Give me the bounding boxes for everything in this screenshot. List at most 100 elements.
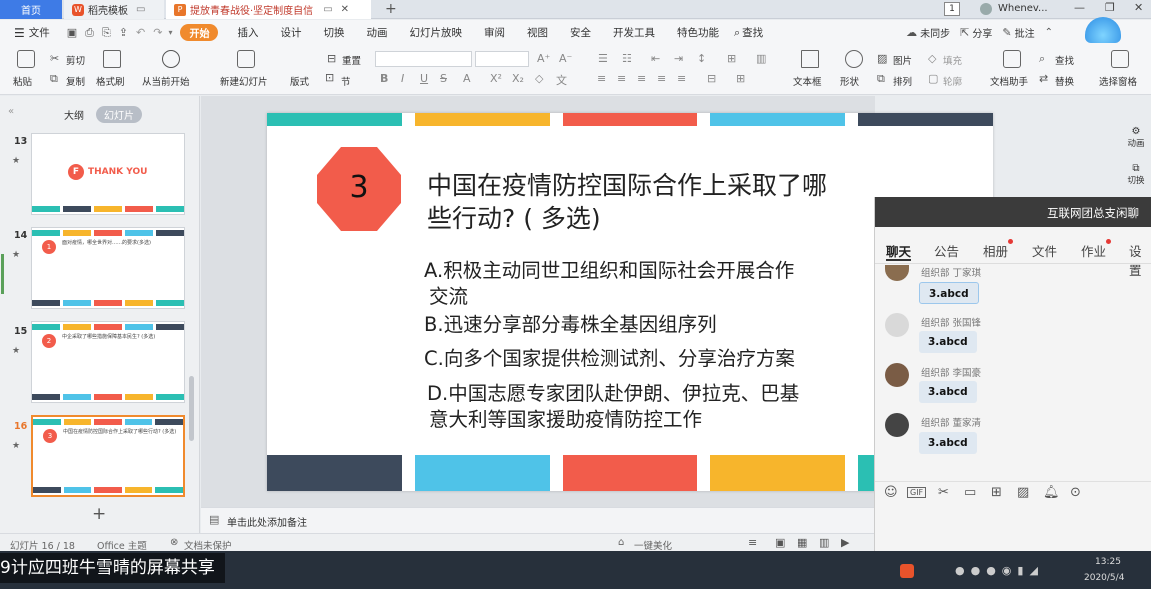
sync-status[interactable]: 未同步 xyxy=(920,25,950,40)
export-icon[interactable]: ⇪ xyxy=(119,26,128,39)
emoji-icon[interactable]: ☺ xyxy=(884,485,898,500)
more-icon[interactable]: ⊙ xyxy=(1070,485,1081,500)
phonetic-icon[interactable]: 文 xyxy=(556,72,567,88)
menu-view[interactable]: 视图 xyxy=(516,25,559,40)
align-center-icon[interactable]: ≡ xyxy=(617,72,626,85)
menu-security[interactable]: 安全 xyxy=(559,25,602,40)
print-preview-icon[interactable]: ⎙ xyxy=(85,26,94,40)
fill-button[interactable]: 填充 xyxy=(943,53,962,67)
numbering-icon[interactable]: ☷ xyxy=(622,52,632,65)
doc-helper-icon[interactable] xyxy=(1003,50,1021,68)
slide-thumbnail-15[interactable]: 2 中企采取了哪些措施保障基本民生? (多选) xyxy=(31,321,185,403)
arrange-icon[interactable]: ⧉ xyxy=(877,72,885,86)
font-color-icon[interactable]: A xyxy=(463,72,471,85)
bell-icon[interactable]: 🔔︎ xyxy=(1043,485,1060,500)
tab-document[interactable]: P 提放青春战役·坚定制度自信 ▭ ✕ xyxy=(166,0,371,19)
replace-button[interactable]: 替换 xyxy=(1055,74,1074,88)
close-window-button[interactable]: ✕ xyxy=(1134,1,1143,14)
paste-icon[interactable] xyxy=(17,50,35,68)
align-left-icon[interactable]: ≡ xyxy=(597,72,606,85)
textbox-icon[interactable] xyxy=(801,50,819,68)
normal-view-icon[interactable]: ▣ xyxy=(775,536,785,549)
save-icon[interactable]: ▣ xyxy=(67,26,77,39)
bullets-icon[interactable]: ☰ xyxy=(598,52,608,65)
slides-tab[interactable]: 幻灯片 xyxy=(96,106,142,123)
comment-button[interactable]: 批注 xyxy=(1015,25,1035,40)
menu-insert[interactable]: 插入 xyxy=(226,25,269,40)
folder-icon[interactable]: ▭ xyxy=(964,485,976,500)
clear-format-icon[interactable]: ◇ xyxy=(535,72,543,85)
slide-thumbnail-16[interactable]: 3 中国在疫情防控国际合作上采取了哪些行动? (多选) xyxy=(31,415,185,497)
cut-button[interactable]: 剪切 xyxy=(66,53,85,67)
side-transition-icon[interactable]: ⧉ 切换 xyxy=(1124,163,1148,186)
slide-thumbnail-14[interactable]: 1 面对疫情，哪全世界对……的要求(多选) xyxy=(31,227,185,309)
font-grow-icon[interactable]: A⁺ xyxy=(537,52,550,65)
beautify-button[interactable]: 一键美化 xyxy=(634,538,672,552)
outline-tab[interactable]: 大纲 xyxy=(64,107,84,122)
align-text-icon[interactable]: ⊟ xyxy=(707,72,716,85)
superscript-icon[interactable]: X² xyxy=(490,72,502,85)
tab-templates[interactable]: W 稻壳模板 ▭ xyxy=(64,0,164,19)
strikethrough-icon[interactable]: S xyxy=(440,72,447,85)
menu-find[interactable]: 查找 xyxy=(740,25,774,40)
collapse-ribbon-icon[interactable]: ⌃ xyxy=(1045,27,1053,38)
new-slide-button[interactable]: 新建幻灯片 xyxy=(220,74,268,88)
undo-icon[interactable]: ↶ xyxy=(136,26,145,39)
menu-features[interactable]: 特色功能 xyxy=(666,25,730,40)
text-direction-icon[interactable]: ⊞ xyxy=(727,52,736,65)
menu-review[interactable]: 审阅 xyxy=(473,25,516,40)
format-painter-button[interactable]: 格式刷 xyxy=(96,74,125,88)
pane-scrollbar[interactable] xyxy=(189,376,194,441)
menu-slideshow[interactable]: 幻灯片放映 xyxy=(398,25,473,40)
textbox-button[interactable]: 文本框 xyxy=(793,74,822,88)
menu-file[interactable]: 文件 xyxy=(25,25,61,40)
shape-icon[interactable] xyxy=(845,50,863,68)
tray-wps-icon[interactable] xyxy=(900,564,914,578)
columns-icon[interactable]: ▥ xyxy=(756,52,766,65)
bold-icon[interactable]: B xyxy=(380,72,388,85)
picture-button[interactable]: 图片 xyxy=(893,53,912,67)
redo-icon[interactable]: ↷ xyxy=(153,26,162,39)
print-icon[interactable]: ⎘ xyxy=(102,26,111,40)
avatar[interactable] xyxy=(885,313,909,337)
copy-icon[interactable]: ⧉ xyxy=(50,72,58,86)
replace-icon[interactable]: ⇄ xyxy=(1039,72,1048,85)
paste-button[interactable]: 粘贴 xyxy=(13,74,32,88)
select-pane-button[interactable]: 选择窗格 xyxy=(1099,74,1137,88)
outline-icon[interactable]: ▢ xyxy=(928,72,938,85)
fill-icon[interactable]: ◇ xyxy=(928,52,936,65)
select-pane-icon[interactable] xyxy=(1111,50,1129,68)
add-slide-button[interactable]: + xyxy=(92,504,106,524)
play-view-icon[interactable]: ▶ xyxy=(841,536,849,549)
menu-animation[interactable]: 动画 xyxy=(355,25,398,40)
arrange-button[interactable]: 排列 xyxy=(893,74,912,88)
tab-home[interactable]: 首页 xyxy=(0,0,62,19)
message-bubble[interactable]: 3.abcd xyxy=(919,282,979,304)
reset-icon[interactable]: ⊟ xyxy=(327,52,336,65)
chat-tab-chat[interactable]: 聊天 xyxy=(886,241,911,260)
font-name-select[interactable] xyxy=(375,51,472,67)
message-bubble[interactable]: 3.abcd xyxy=(919,432,977,454)
smartart-icon[interactable]: ⊞ xyxy=(736,72,745,85)
line-spacing-icon[interactable]: ↕ xyxy=(697,52,706,65)
font-size-select[interactable] xyxy=(475,51,529,67)
notes-area[interactable]: ▤ 单击此处添加备注 xyxy=(201,507,875,533)
reading-view-icon[interactable]: ▥ xyxy=(819,536,829,549)
avatar[interactable] xyxy=(885,413,909,437)
side-animation-icon[interactable]: ⚙ 动画 xyxy=(1124,126,1148,149)
hamburger-icon[interactable]: ☰ xyxy=(14,26,25,40)
slide-thumbnail-13[interactable]: F THANK YOU xyxy=(31,133,185,215)
protection-status[interactable]: 文档未保护 xyxy=(184,538,232,552)
close-tab-icon[interactable]: ✕ xyxy=(341,4,349,15)
indent-increase-icon[interactable]: ⇥ xyxy=(674,52,683,65)
doc-helper-button[interactable]: 文档助手 xyxy=(990,74,1028,88)
apps-icon[interactable]: ⊞ xyxy=(991,485,1002,500)
layout-button[interactable]: 版式 xyxy=(290,74,309,88)
avatar[interactable] xyxy=(885,363,909,387)
find-button[interactable]: 查找 xyxy=(1055,53,1074,67)
gif-icon[interactable]: GIF xyxy=(907,487,927,498)
section-icon[interactable]: ⊡ xyxy=(325,71,334,84)
chat-tab-files[interactable]: 文件 xyxy=(1032,241,1057,260)
italic-icon[interactable]: I xyxy=(401,72,404,85)
cut-icon[interactable]: ✂ xyxy=(50,52,59,65)
